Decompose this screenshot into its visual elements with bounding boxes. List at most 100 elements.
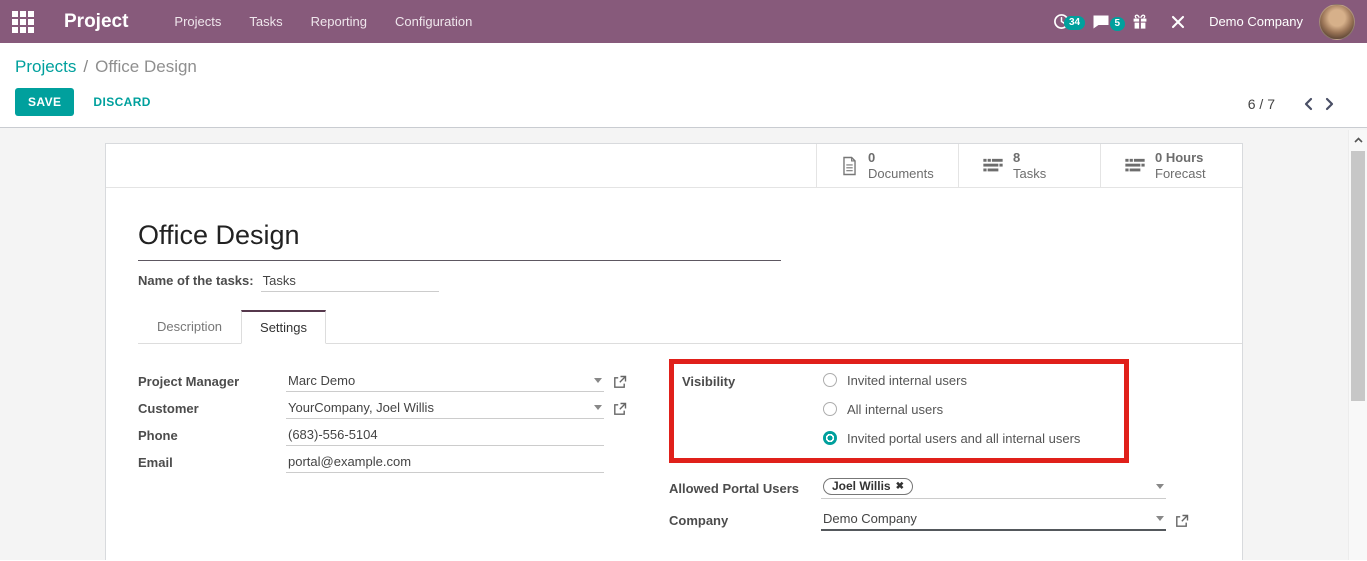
scrollbar-thumb[interactable] [1351,151,1365,401]
name-of-tasks-input[interactable]: Tasks [261,273,439,292]
pager-count: 6 / 7 [1248,96,1275,112]
dropdown-caret-icon[interactable] [594,405,602,410]
stat-label: Tasks [1013,166,1046,181]
radio-option-label: All internal users [847,402,943,417]
phone-value[interactable]: (683)-556-5104 [288,427,602,442]
content-area: 0 Documents 8 Tasks 0 Hours [0,128,1367,560]
action-buttons-row: SAVE DISCARD [15,88,1367,116]
form-sheet: 0 Documents 8 Tasks 0 Hours [105,143,1243,560]
stat-text: 8 Tasks [1013,150,1046,181]
visibility-highlight-box: Visibility Invited internal users All in… [669,359,1129,463]
project-title-input[interactable]: Office Design [138,220,781,261]
phone-row: Phone (683)-556-5104 [138,422,669,449]
customer-external-link-icon[interactable] [613,402,627,416]
radio-option-invited-internal[interactable]: Invited internal users [823,373,1080,387]
customer-label: Customer [138,401,286,416]
document-icon [841,156,858,176]
pager-next-button[interactable] [1319,95,1341,113]
crossed-tools-icon [1170,14,1186,30]
company-switcher[interactable]: Demo Company [1209,14,1303,29]
radio-option-all-internal[interactable]: All internal users [823,402,1080,416]
messages-button[interactable]: 5 [1081,14,1121,30]
gift-button[interactable] [1121,14,1159,30]
tab-description[interactable]: Description [138,310,241,344]
menu-item-tasks[interactable]: Tasks [235,0,296,43]
customer-input[interactable]: YourCompany, Joel Willis [286,399,604,419]
pager-previous-button[interactable] [1297,95,1319,113]
dropdown-caret-icon[interactable] [594,378,602,383]
save-button[interactable]: SAVE [15,88,74,116]
dropdown-caret-icon[interactable] [1156,484,1164,489]
scroll-up-arrow-icon[interactable] [1349,130,1367,149]
name-of-tasks-label: Name of the tasks: [138,273,254,288]
radio-unselected-icon[interactable] [823,402,837,416]
project-manager-label: Project Manager [138,374,286,389]
email-label: Email [138,455,286,470]
forecast-gantt-icon [1125,158,1145,173]
main-menu: Projects Tasks Reporting Configuration [160,0,486,43]
company-label: Company [669,513,821,528]
company-input[interactable]: Demo Company [821,510,1166,531]
stat-value: 0 Hours [1155,150,1206,165]
dropdown-caret-icon[interactable] [1156,516,1164,521]
discard-button[interactable]: DISCARD [93,95,150,109]
chat-bubble-icon [1092,14,1110,30]
allowed-portal-users-input[interactable]: Joel Willis ✖ [821,477,1166,499]
radio-option-portal-and-internal[interactable]: Invited portal users and all internal us… [823,431,1080,445]
email-row: Email portal@example.com [138,449,669,476]
stat-label: Forecast [1155,166,1206,181]
project-manager-input[interactable]: Marc Demo [286,372,604,392]
customer-value[interactable]: YourCompany, Joel Willis [288,400,588,415]
apps-grid-icon [12,11,34,33]
stat-button-documents[interactable]: 0 Documents [816,144,958,187]
portal-user-tag: Joel Willis ✖ [823,478,913,495]
tab-settings[interactable]: Settings [241,310,326,344]
radio-option-label: Invited portal users and all internal us… [847,431,1080,446]
stat-text: 0 Hours Forecast [1155,150,1206,181]
vertical-scrollbar[interactable] [1348,130,1367,560]
stat-value: 8 [1013,150,1046,165]
email-input[interactable]: portal@example.com [286,453,604,473]
breadcrumb-current: Office Design [95,57,197,76]
left-field-column: Project Manager Marc Demo Customer YourC… [138,359,669,534]
gift-icon [1132,14,1148,30]
right-field-column: Visibility Invited internal users All in… [669,359,1242,534]
menu-item-reporting[interactable]: Reporting [297,0,381,43]
customer-row: Customer YourCompany, Joel Willis [138,395,669,422]
company-row: Company Demo Company [669,507,1242,534]
settings-tab-content: Project Manager Marc Demo Customer YourC… [138,359,1242,534]
stat-button-forecast[interactable]: 0 Hours Forecast [1100,144,1242,187]
project-manager-value[interactable]: Marc Demo [288,373,588,388]
breadcrumb-projects-link[interactable]: Projects [15,57,76,76]
chevron-right-icon [1325,97,1335,111]
breadcrumb-separator: / [83,57,88,76]
phone-input[interactable]: (683)-556-5104 [286,426,604,446]
stat-button-tasks[interactable]: 8 Tasks [958,144,1100,187]
menu-item-projects[interactable]: Projects [160,0,235,43]
name-of-tasks-row: Name of the tasks: Tasks [138,273,1242,292]
stat-button-row: 0 Documents 8 Tasks 0 Hours [106,144,1242,188]
visibility-radio-group: Invited internal users All internal user… [823,373,1080,445]
app-title: Project [64,11,128,33]
sheet-body: Office Design Name of the tasks: Tasks D… [106,188,1242,534]
stat-text: 0 Documents [868,150,934,181]
record-pager: 6 / 7 [1248,95,1341,113]
radio-unselected-icon[interactable] [823,373,837,387]
user-avatar[interactable] [1319,4,1355,40]
chevron-left-icon [1303,97,1313,111]
email-value[interactable]: portal@example.com [288,454,602,469]
tag-remove-icon[interactable]: ✖ [896,481,904,492]
activities-button[interactable]: 34 [1042,13,1081,30]
allowed-portal-users-row: Allowed Portal Users Joel Willis ✖ [669,477,1242,499]
control-panel: Projects / Office Design SAVE DISCARD 6 / … [0,43,1367,128]
stat-label: Documents [868,166,934,181]
project-manager-external-link-icon[interactable] [613,375,627,389]
project-manager-row: Project Manager Marc Demo [138,368,669,395]
menu-item-configuration[interactable]: Configuration [381,0,486,43]
company-value[interactable]: Demo Company [823,511,1150,526]
company-external-link-icon[interactable] [1175,514,1189,528]
notebook-tabs: Description Settings [138,309,1242,344]
apps-menu-button[interactable] [0,11,46,33]
radio-selected-icon[interactable] [823,431,837,445]
support-tools-button[interactable] [1159,14,1197,30]
